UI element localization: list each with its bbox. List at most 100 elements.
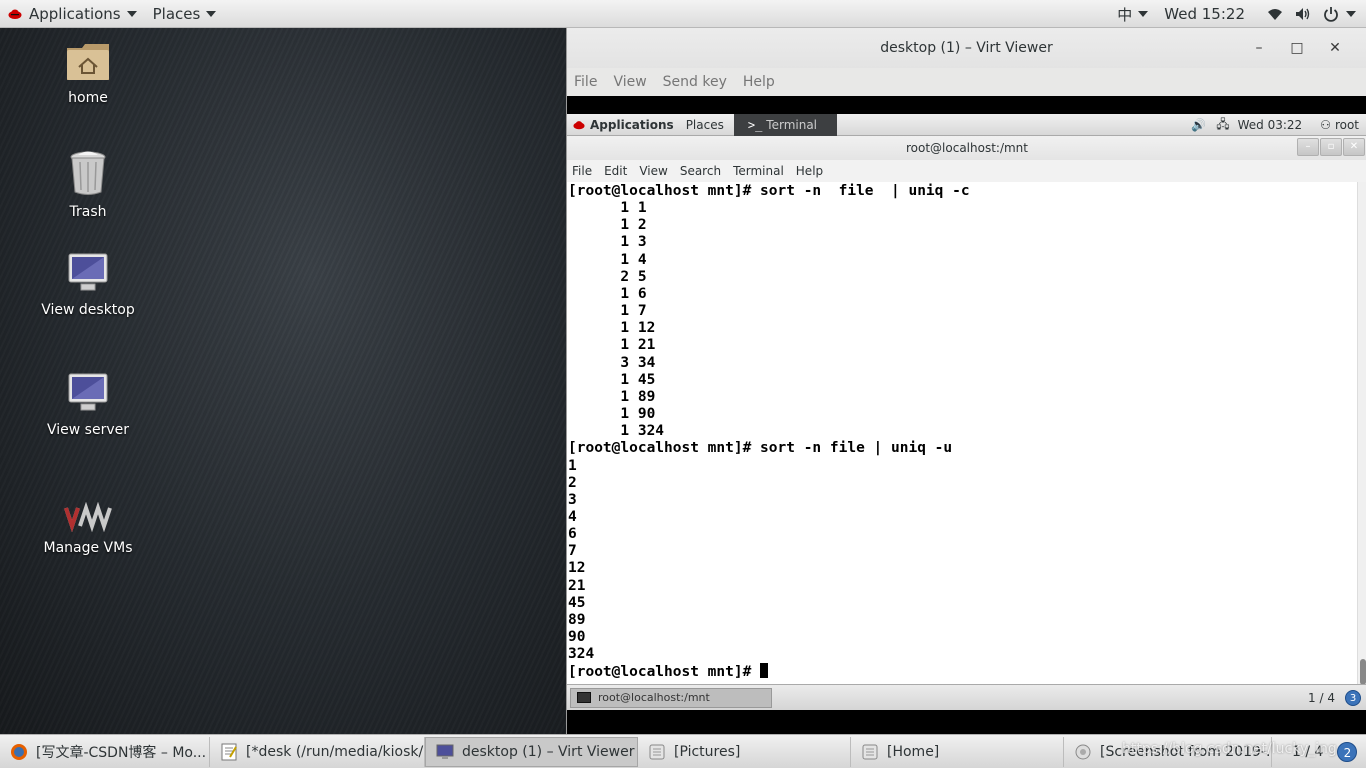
terminal-titlebar[interactable]: root@localhost:/mnt – ▫ ✕ xyxy=(567,136,1366,160)
guest-places-label: Places xyxy=(685,117,724,132)
task-text-editor[interactable]: [*desk (/run/media/kiosk/... xyxy=(210,736,425,767)
guest-top-panel: Applications Places >_ Terminal 🔊 🖧 Wed … xyxy=(567,113,1366,136)
places-menu[interactable]: Places xyxy=(145,0,225,28)
window-titlebar[interactable]: desktop (1) – Virt Viewer – □ ✕ xyxy=(567,28,1366,68)
desktop-icon-label: Manage VMs xyxy=(43,540,133,556)
network-icon[interactable]: 🖧 xyxy=(1216,115,1229,136)
notification-badge[interactable]: 2 xyxy=(1337,742,1358,762)
text-editor-icon xyxy=(220,743,238,761)
terminal-line: 89 xyxy=(568,611,586,628)
terminal-icon xyxy=(577,692,591,703)
terminal-line: 2 xyxy=(568,474,577,491)
display-border xyxy=(567,96,1366,114)
chevron-down-icon xyxy=(1138,11,1149,17)
guest-workspace-pager[interactable]: 1 / 4 xyxy=(1308,691,1335,705)
terminal-cursor xyxy=(760,663,769,679)
terminal-menu-terminal[interactable]: Terminal xyxy=(733,164,784,178)
terminal-line: 45 xyxy=(568,594,586,611)
image-viewer-icon xyxy=(1074,743,1092,761)
task-label: [*desk (/run/media/kiosk/... xyxy=(246,743,425,760)
terminal-minimize-button[interactable]: – xyxy=(1297,138,1319,156)
input-method-menu[interactable]: 中 xyxy=(1109,0,1152,28)
terminal-line: 1 45 xyxy=(568,371,656,388)
virt-manager-icon xyxy=(64,502,112,532)
desktop-icon-label: View desktop xyxy=(41,302,135,318)
power-icon[interactable] xyxy=(1322,5,1340,23)
virt-viewer-window: desktop (1) – Virt Viewer – □ ✕ File Vie… xyxy=(566,28,1366,734)
terminal-line: 6 xyxy=(568,526,577,543)
monitor-icon xyxy=(68,253,108,291)
guest-clock[interactable]: Wed 03:22 xyxy=(1238,118,1303,132)
top-panel: Applications Places 中 Wed 15:22 xyxy=(0,0,1366,28)
menu-file[interactable]: File xyxy=(574,74,597,90)
wifi-icon[interactable] xyxy=(1266,5,1284,23)
redhat-icon xyxy=(8,9,22,19)
terminal-maximize-button[interactable]: ▫ xyxy=(1320,138,1342,156)
terminal-close-button[interactable]: ✕ xyxy=(1343,138,1365,156)
terminal-line: 21 xyxy=(568,577,586,594)
guest-terminal-label: Terminal xyxy=(766,117,818,132)
home-folder-icon xyxy=(67,44,109,80)
terminal-line: 1 12 xyxy=(568,320,656,337)
terminal-line: 1 1 xyxy=(568,200,647,217)
task-label: [Home] xyxy=(887,743,940,760)
guest-terminal-launcher[interactable]: >_ Terminal xyxy=(733,113,838,136)
applications-menu[interactable]: Applications xyxy=(0,0,145,28)
terminal-menu-file[interactable]: File xyxy=(572,164,592,178)
guest-notification-badge[interactable]: 3 xyxy=(1345,689,1361,706)
close-button[interactable]: ✕ xyxy=(1316,40,1354,56)
guest-bottom-panel: root@localhost:/mnt 1 / 4 3 xyxy=(567,684,1366,710)
terminal-prompt: [root@localhost mnt]# xyxy=(568,664,761,681)
terminal-menu-help[interactable]: Help xyxy=(796,164,823,178)
terminal-scrollbar[interactable] xyxy=(1357,182,1366,687)
guest-places-menu[interactable]: Places xyxy=(680,118,730,132)
monitor-icon xyxy=(436,743,454,761)
clock[interactable]: Wed 15:22 xyxy=(1152,0,1261,28)
guest-task-terminal[interactable]: root@localhost:/mnt xyxy=(570,687,772,708)
guest-applications-label: Applications xyxy=(590,117,674,132)
terminal-line: 324 xyxy=(568,646,595,663)
guest-task-label: root@localhost:/mnt xyxy=(598,691,710,704)
menu-view[interactable]: View xyxy=(613,74,646,90)
terminal-line: 1 4 xyxy=(568,251,647,268)
window-title: desktop (1) – Virt Viewer xyxy=(880,40,1053,56)
file-manager-icon xyxy=(861,743,879,761)
desktop-icon-view-server[interactable]: View server xyxy=(23,372,153,438)
chevron-down-icon xyxy=(126,10,137,17)
desktop-icon-manage-vms[interactable]: Manage VMs xyxy=(23,502,153,556)
guest-display[interactable]: Applications Places >_ Terminal 🔊 🖧 Wed … xyxy=(567,113,1366,710)
desktop-icon-label: Trash xyxy=(69,204,107,220)
menu-send-key[interactable]: Send key xyxy=(663,74,727,90)
menu-help[interactable]: Help xyxy=(743,74,775,90)
minimize-button[interactable]: – xyxy=(1240,40,1278,56)
terminal-menu-view[interactable]: View xyxy=(639,164,667,178)
terminal-menu-edit[interactable]: Edit xyxy=(604,164,627,178)
file-manager-icon xyxy=(648,743,666,761)
terminal-menu-search[interactable]: Search xyxy=(680,164,721,178)
chevron-down-icon xyxy=(1346,11,1356,17)
desktop-icon-trash[interactable]: Trash xyxy=(23,150,153,220)
terminal-line: 1 21 xyxy=(568,337,656,354)
scrollbar-thumb[interactable] xyxy=(1360,659,1366,685)
task-virt-viewer[interactable]: desktop (1) – Virt Viewer xyxy=(425,736,638,767)
guest-applications-menu[interactable]: Applications xyxy=(567,118,680,132)
guest-user-menu[interactable]: root xyxy=(1335,118,1359,132)
input-method-label: 中 xyxy=(1117,5,1133,24)
task-home[interactable]: [Home] xyxy=(851,736,1064,767)
desktop-icon-home[interactable]: home xyxy=(23,40,153,106)
terminal-line: 1 7 xyxy=(568,303,647,320)
volume-icon[interactable] xyxy=(1294,5,1312,23)
desktop-area: home Trash View desktop View server Mana… xyxy=(0,28,566,734)
maximize-button[interactable]: □ xyxy=(1278,40,1316,56)
monitor-icon xyxy=(68,373,108,411)
task-pictures[interactable]: [Pictures] xyxy=(638,736,851,767)
system-menu[interactable] xyxy=(1342,0,1366,28)
terminal-prompt-line: [root@localhost mnt]# xyxy=(568,663,1357,681)
volume-icon[interactable]: 🔊 xyxy=(1191,118,1206,132)
task-label: [写文章-CSDN博客 – Mo... xyxy=(36,744,207,761)
terminal-icon: >_ xyxy=(747,117,763,132)
terminal-output[interactable]: [root@localhost mnt]# sort -n file | uni… xyxy=(567,182,1357,687)
task-firefox[interactable]: [写文章-CSDN博客 – Mo... xyxy=(0,736,210,767)
desktop-icon-view-desktop[interactable]: View desktop xyxy=(23,252,153,318)
terminal-line: 1 2 xyxy=(568,217,647,234)
